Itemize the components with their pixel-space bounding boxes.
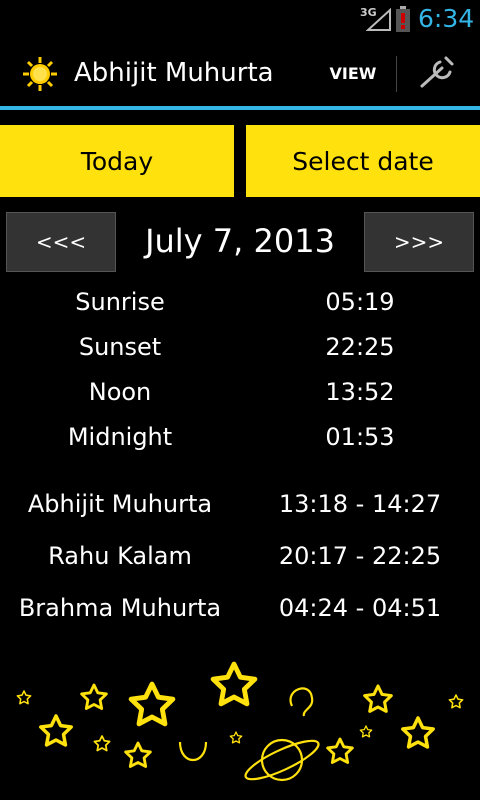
action-bar-divider: [0, 106, 480, 110]
action-bar: Abhijit Muhurta VIEW: [0, 38, 480, 110]
next-day-button[interactable]: >>>: [364, 212, 474, 272]
time-value: 01:53: [325, 423, 395, 451]
today-button[interactable]: Today: [0, 125, 234, 197]
sun-icon[interactable]: [22, 56, 58, 92]
wrench-icon: [416, 52, 460, 96]
settings-button[interactable]: [408, 46, 468, 102]
period-label: Abhijit Muhurta: [27, 490, 213, 518]
stars-decoration: [16, 660, 464, 782]
time-value: 13:52: [325, 378, 395, 406]
time-row-sunset: Sunset 22:25: [0, 333, 480, 373]
period-row-abhijit: Abhijit Muhurta 13:18 - 14:27: [0, 490, 480, 530]
period-value: 20:17 - 22:25: [278, 542, 442, 570]
period-label: Brahma Muhurta: [18, 594, 222, 622]
time-label: Noon: [88, 378, 152, 406]
view-button[interactable]: VIEW: [318, 38, 388, 108]
time-row-sunrise: Sunrise 05:19: [0, 288, 480, 328]
time-value: 05:19: [325, 288, 395, 316]
period-value: 04:24 - 04:51: [278, 594, 442, 622]
status-bar: 3G 6:34: [0, 0, 480, 38]
battery-low-icon: [396, 6, 410, 36]
status-clock: 6:34: [418, 4, 475, 33]
select-date-button[interactable]: Select date: [246, 125, 480, 197]
previous-day-button[interactable]: <<<: [6, 212, 116, 272]
time-label: Sunrise: [75, 288, 165, 316]
period-row-rahu-kalam: Rahu Kalam 20:17 - 22:25: [0, 542, 480, 582]
action-separator: [396, 56, 397, 92]
app-title: Abhijit Muhurta: [74, 58, 274, 88]
time-label: Midnight: [67, 423, 173, 451]
time-label: Sunset: [78, 333, 162, 361]
time-row-midnight: Midnight 01:53: [0, 423, 480, 463]
period-row-brahma: Brahma Muhurta 04:24 - 04:51: [0, 594, 480, 634]
current-date: July 7, 2013: [145, 222, 335, 260]
time-row-noon: Noon 13:52: [0, 378, 480, 418]
signal-icon: [365, 7, 392, 36]
period-label: Rahu Kalam: [48, 542, 192, 570]
period-value: 13:18 - 14:27: [278, 490, 442, 518]
time-value: 22:25: [325, 333, 395, 361]
